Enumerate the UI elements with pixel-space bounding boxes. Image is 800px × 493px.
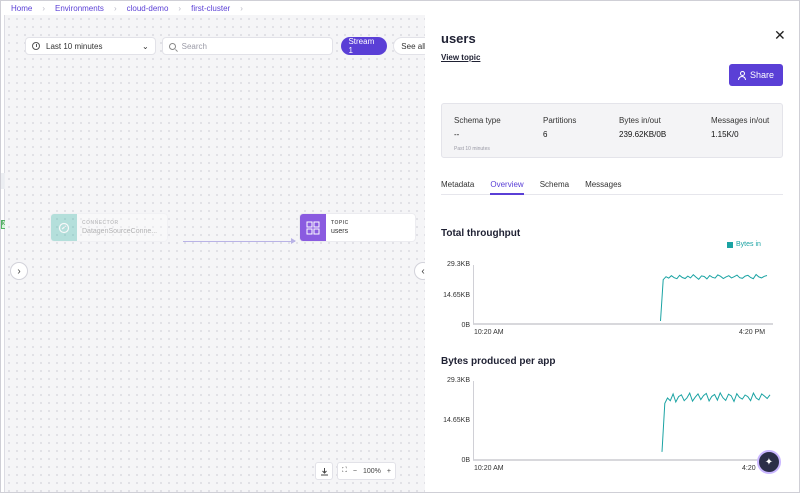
download-button[interactable]	[315, 462, 333, 480]
node-type-label: CONNECTOR	[82, 220, 119, 226]
canvas-toolbar: Last 10 minutes ⌄ Search Stream 1 See al…	[25, 37, 433, 55]
zoom-group: ⛶ − 100% +	[337, 462, 396, 480]
close-icon[interactable]: ✕	[774, 27, 786, 44]
stat-schema-type: Schema type --	[454, 116, 501, 139]
connector-icon	[51, 214, 77, 241]
view-topic-link[interactable]: View topic	[441, 53, 480, 62]
search-placeholder: Search	[181, 41, 207, 51]
chevron-down-icon: ⌄	[141, 41, 149, 51]
stats-note: Past 10 minutes	[454, 146, 490, 152]
breadcrumb-environments[interactable]: Environments	[55, 4, 104, 13]
time-range-select[interactable]: Last 10 minutes ⌄	[25, 37, 156, 55]
stat-value: 1.15K/0	[711, 130, 739, 139]
tab-messages[interactable]: Messages	[585, 177, 621, 195]
x-tick-label: 10:20 AM	[474, 465, 504, 472]
stream-button[interactable]: Stream 1	[341, 37, 388, 55]
expand-left-button[interactable]: ›	[10, 262, 28, 280]
x-tick-label: 4:20	[742, 465, 756, 472]
breadcrumb-separator: ›	[113, 3, 117, 13]
series-line	[660, 273, 768, 322]
share-label: Share	[749, 70, 775, 80]
tab-overview[interactable]: Overview	[490, 177, 524, 195]
stat-messages: Messages in/out 1.15K/0	[711, 116, 769, 139]
stat-partitions: Partitions 6	[543, 116, 576, 139]
sparkle-icon: ✦	[764, 456, 774, 468]
node-name-label: DatagenSourceConne...	[82, 228, 158, 235]
share-button[interactable]: Share	[729, 64, 783, 86]
topic-stats-card: Schema type -- Partitions 6 Bytes in/out…	[441, 103, 783, 158]
lineage-edge	[183, 241, 295, 242]
breadcrumb: Home › Environments › cloud-demo › first…	[1, 1, 799, 15]
topic-details-panel: users ✕ View topic Share Schema type -- …	[425, 15, 799, 492]
legend-swatch	[727, 241, 733, 248]
bytes-produced-title: Bytes produced per app	[441, 356, 556, 367]
chart-legend: Bytes in	[727, 241, 761, 248]
y-tick-label: 0B	[461, 322, 470, 329]
topic-icon	[300, 214, 326, 241]
throughput-title: Total throughput	[441, 228, 521, 239]
y-tick-label: 0B	[461, 457, 470, 464]
node-name-label: users	[331, 228, 349, 235]
person-icon	[737, 71, 746, 80]
stat-value: 239.62KB/0B	[619, 130, 667, 139]
breadcrumb-environment[interactable]: cloud-demo	[127, 4, 169, 13]
y-tick-label: 14.65KB	[443, 417, 470, 424]
download-icon	[320, 467, 328, 475]
x-tick-label: 10:20 AM	[474, 329, 504, 336]
connector-node[interactable]: CONNECTOR DatagenSourceConne...	[51, 214, 167, 241]
x-tick-label: 4:20 PM	[739, 329, 766, 336]
panel-tabs: Metadata Overview Schema Messages	[441, 177, 783, 195]
clock-icon	[32, 42, 40, 50]
panel-title: users	[441, 31, 476, 46]
breadcrumb-home[interactable]: Home	[11, 4, 32, 13]
legend-label: Bytes in	[736, 241, 761, 248]
breadcrumb-separator: ›	[178, 3, 182, 13]
stat-label: Bytes in/out	[619, 116, 661, 125]
series-line	[661, 391, 771, 452]
chevron-right-icon: ›	[17, 265, 21, 277]
y-tick-label: 14.65KB	[443, 292, 470, 299]
stat-label: Schema type	[454, 116, 501, 125]
stat-label: Messages in/out	[711, 116, 770, 125]
stat-value: --	[454, 130, 460, 139]
node-type-label: TOPIC	[331, 220, 349, 226]
y-tick-label: 29.3KB	[447, 377, 470, 384]
breadcrumb-cluster[interactable]: first-cluster	[191, 4, 230, 13]
topic-node[interactable]: TOPIC users	[300, 214, 415, 241]
search-input[interactable]: Search	[161, 37, 334, 55]
zoom-out-button[interactable]: −	[353, 468, 357, 475]
ai-assistant-button[interactable]: ✦	[757, 450, 781, 474]
stat-value: 6	[543, 130, 548, 139]
stat-bytes: Bytes in/out 239.62KB/0B	[619, 116, 666, 139]
arrow-head-icon	[291, 238, 296, 244]
stat-label: Partitions	[543, 116, 577, 125]
zoom-level: 100%	[363, 467, 381, 475]
zoom-controls: ⛶ − 100% +	[315, 462, 396, 480]
search-icon	[168, 42, 176, 50]
stream-lineage-canvas[interactable]: Last 10 minutes ⌄ Search Stream 1 See al…	[5, 15, 433, 492]
breadcrumb-separator: ›	[240, 3, 243, 13]
app-frame: Home › Environments › cloud-demo › first…	[0, 0, 800, 493]
time-range-value: Last 10 minutes	[46, 41, 103, 51]
fit-view-icon[interactable]: ⛶	[342, 467, 347, 475]
y-tick-label: 29.3KB	[447, 261, 470, 268]
tab-schema[interactable]: Schema	[540, 177, 569, 195]
throughput-chart	[473, 265, 773, 325]
zoom-in-button[interactable]: +	[387, 468, 391, 475]
tab-metadata[interactable]: Metadata	[441, 177, 474, 195]
bytes-produced-chart	[473, 381, 773, 461]
breadcrumb-separator: ›	[42, 3, 46, 13]
